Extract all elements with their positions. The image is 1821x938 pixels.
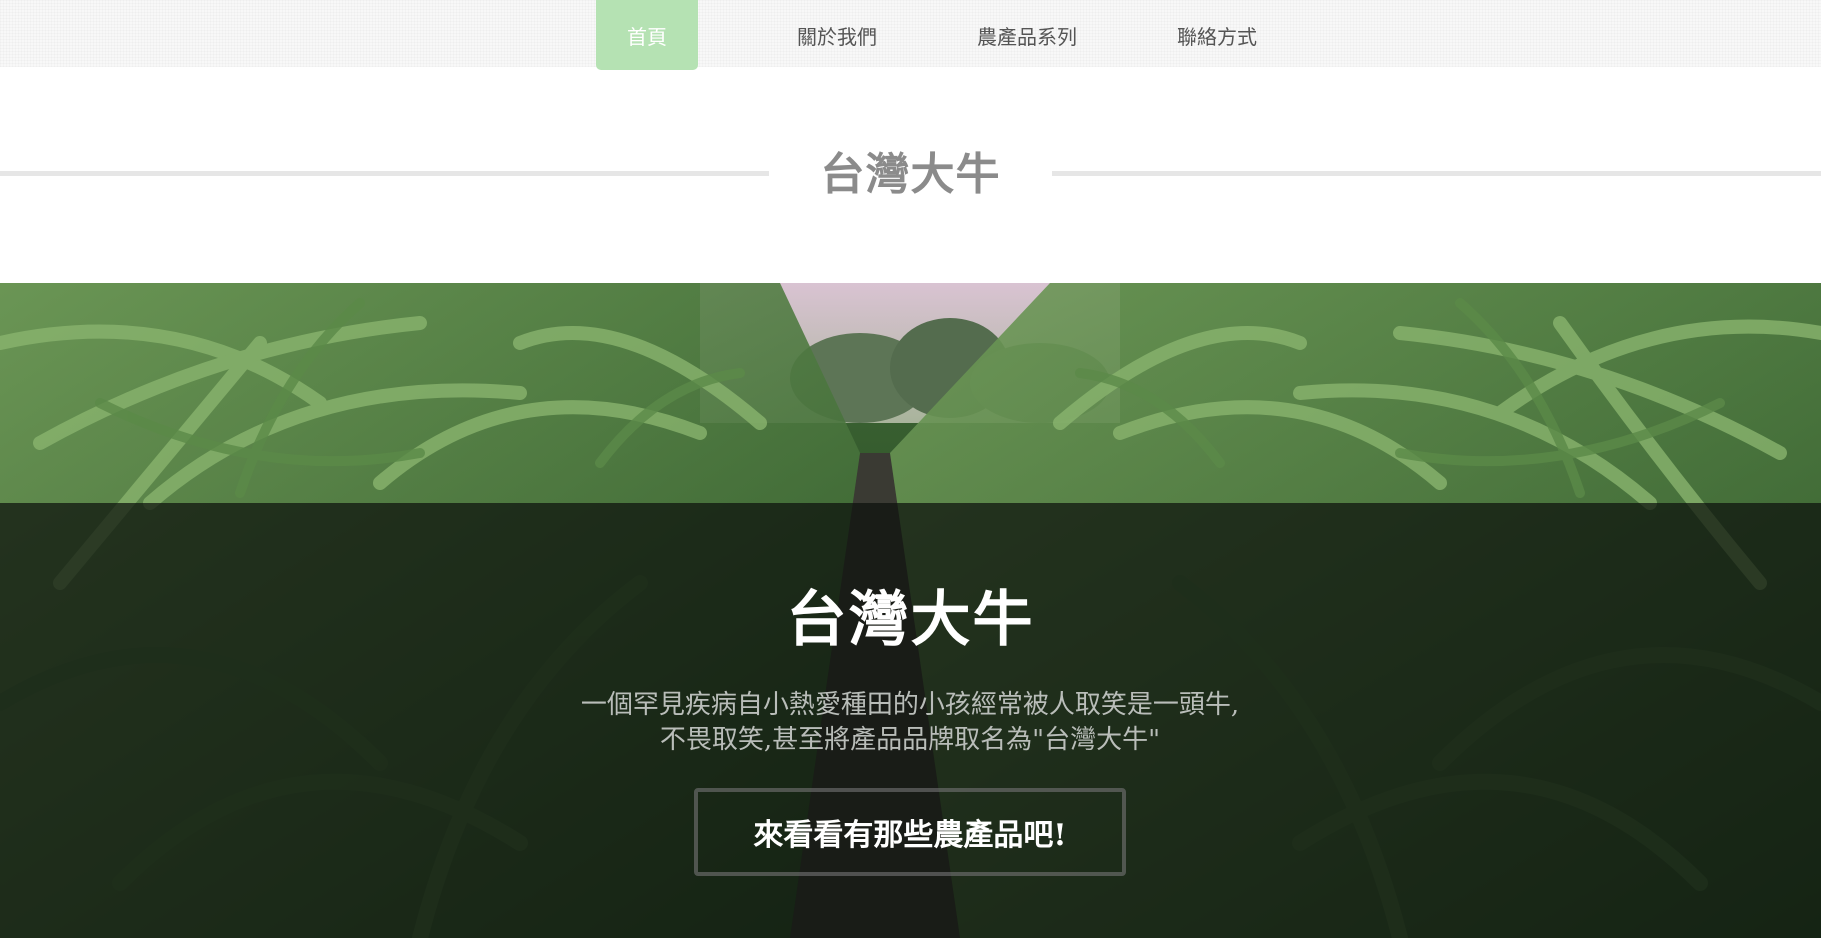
section-title-row: 台灣大牛 [0, 140, 1821, 210]
nav-item-about[interactable]: 關於我們 [742, 0, 932, 70]
top-navigation: 首頁 關於我們 農產品系列 聯絡方式 [0, 0, 1821, 70]
section-title: 台灣大牛 [820, 149, 1001, 200]
hero-description: 一個罕見疾病自小熱愛種田的小孩經常被人取笑是一頭牛, 不畏取笑,甚至將產品品牌取… [510, 688, 1310, 758]
hero-banner: 台灣大牛 一個罕見疾病自小熱愛種田的小孩經常被人取笑是一頭牛, 不畏取笑,甚至將… [0, 283, 1821, 938]
nav-menu: 首頁 關於我們 農產品系列 聯絡方式 [596, 0, 1312, 70]
view-products-button[interactable]: 來看看有那些農產品吧! [694, 788, 1126, 876]
nav-item-contact[interactable]: 聯絡方式 [1122, 0, 1312, 70]
nav-item-home[interactable]: 首頁 [596, 0, 698, 70]
title-divider-right [1052, 171, 1821, 176]
hero-heading: 台灣大牛 [786, 585, 1035, 655]
hero-description-line-2: 不畏取笑,甚至將產品品牌取名為"台灣大牛" [659, 725, 1161, 755]
nav-item-products[interactable]: 農產品系列 [932, 0, 1122, 70]
title-divider-left [0, 171, 769, 176]
hero-description-line-1: 一個罕見疾病自小熱愛種田的小孩經常被人取笑是一頭牛, [580, 690, 1240, 720]
